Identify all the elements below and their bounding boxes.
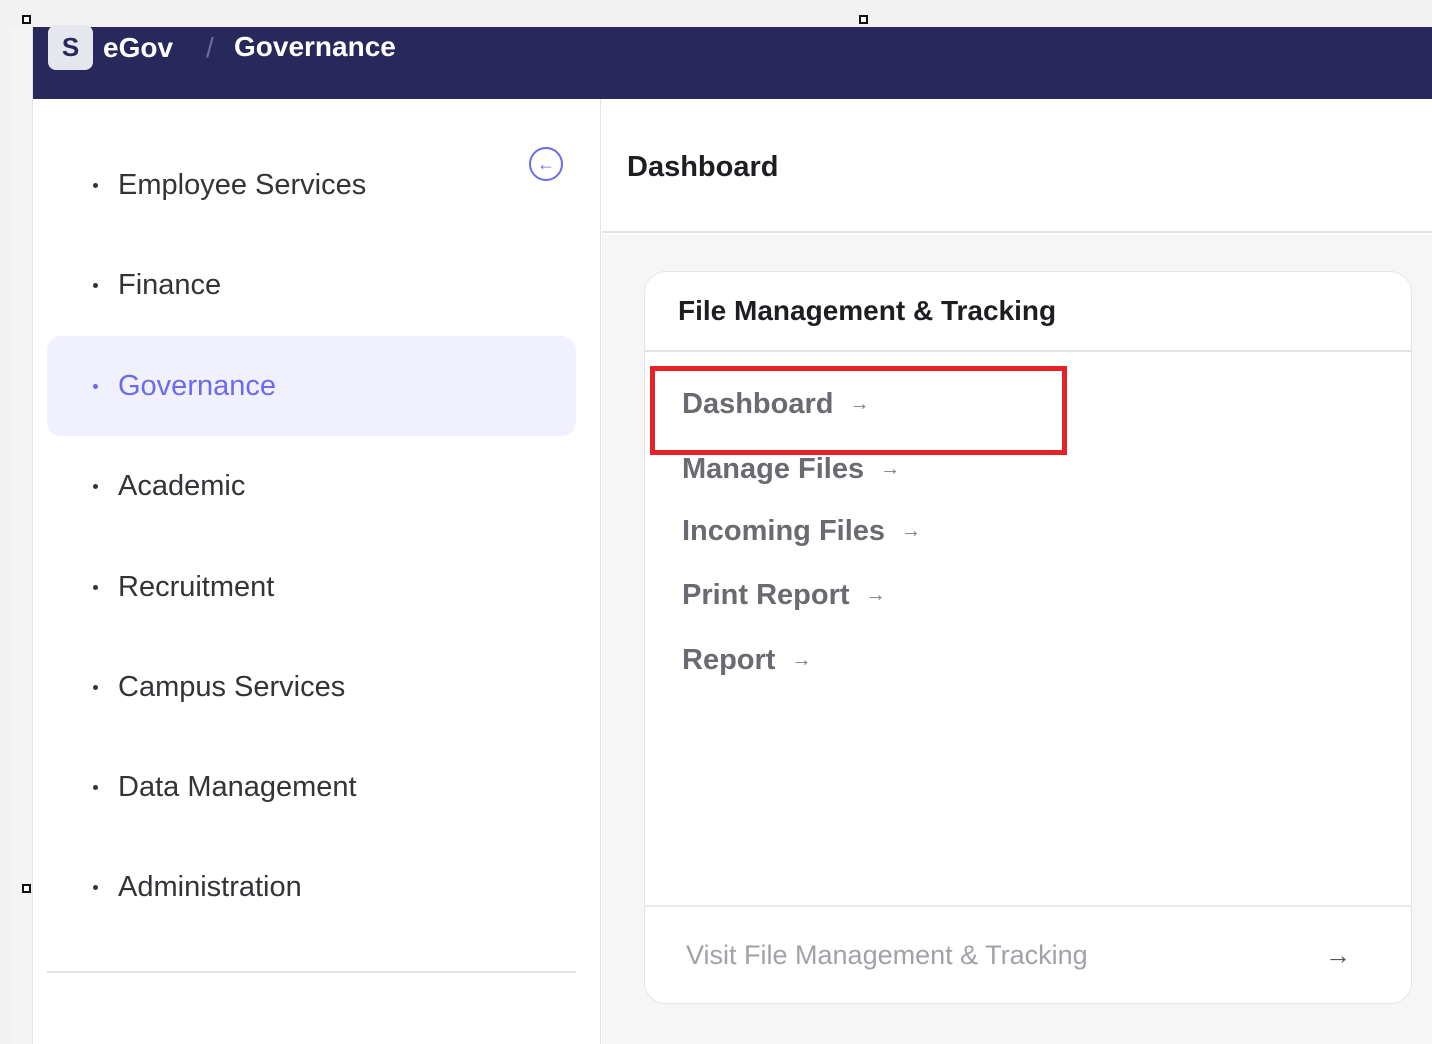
bullet-icon bbox=[93, 182, 98, 188]
resize-handle-top-left[interactable] bbox=[22, 15, 31, 24]
bullet-icon bbox=[93, 884, 98, 890]
breadcrumb-separator: / bbox=[206, 32, 214, 63]
bullet-icon bbox=[93, 784, 98, 790]
page-title: Dashboard bbox=[627, 151, 779, 183]
resize-handle-left[interactable] bbox=[22, 884, 31, 893]
card-link-label: Incoming Files bbox=[682, 515, 886, 547]
arrow-right-icon: → bbox=[849, 393, 870, 415]
card-link-incoming-files[interactable]: Incoming Files → bbox=[682, 515, 921, 548]
sidebar-divider bbox=[47, 971, 576, 973]
sidebar-item-label: Recruitment bbox=[118, 570, 275, 603]
resize-handle-top-center[interactable] bbox=[859, 15, 868, 24]
bullet-icon bbox=[93, 282, 98, 288]
sidebar-item-recruitment[interactable]: Recruitment bbox=[47, 537, 576, 637]
arrow-right-icon: → bbox=[865, 584, 886, 606]
sidebar-item-label: Campus Services bbox=[118, 670, 346, 703]
top-navbar: S eGov / Governance bbox=[33, 25, 1432, 99]
arrow-right-icon: → bbox=[880, 458, 901, 480]
sidebar-item-governance[interactable]: Governance bbox=[47, 336, 576, 436]
sidebar-item-campus-services[interactable]: Campus Services bbox=[47, 637, 576, 737]
sidebar-item-finance[interactable]: Finance bbox=[47, 235, 576, 335]
sidebar-item-label: Finance bbox=[118, 268, 222, 301]
card-link-label: Dashboard bbox=[682, 388, 834, 420]
brand-logo[interactable]: S bbox=[48, 25, 93, 70]
card-link-label: Report bbox=[682, 644, 776, 676]
sidebar-item-employee-services[interactable]: Employee Services bbox=[47, 135, 576, 235]
sidebar-item-label: Academic bbox=[118, 469, 246, 502]
arrow-right-icon: → bbox=[1325, 939, 1351, 970]
bullet-icon bbox=[93, 584, 98, 590]
app-name[interactable]: eGov bbox=[103, 32, 173, 64]
card-link-print-report[interactable]: Print Report → bbox=[682, 579, 886, 612]
card-link-report[interactable]: Report → bbox=[682, 644, 811, 677]
module-card: File Management & Tracking Dashboard → M… bbox=[644, 271, 1412, 1004]
sidebar-item-administration[interactable]: Administration bbox=[47, 837, 576, 937]
sidebar-item-academic[interactable]: Academic bbox=[47, 436, 576, 536]
sidebar-item-label: Administration bbox=[118, 870, 302, 903]
card-link-dashboard[interactable]: Dashboard → bbox=[682, 388, 869, 421]
card-title: File Management & Tracking bbox=[645, 272, 1411, 352]
sidebar: ← Employee Services Finance Governance A… bbox=[33, 99, 601, 1044]
sidebar-item-data-management[interactable]: Data Management bbox=[47, 737, 576, 837]
visit-module-link[interactable]: Visit File Management & Tracking bbox=[686, 940, 1088, 971]
bullet-icon bbox=[93, 684, 98, 690]
card-footer[interactable]: Visit File Management & Tracking → bbox=[645, 905, 1411, 1003]
arrow-right-icon: → bbox=[791, 649, 812, 671]
main-header: Dashboard bbox=[602, 99, 1432, 233]
card-link-label: Print Report bbox=[682, 579, 850, 611]
card-link-manage-files[interactable]: Manage Files → bbox=[682, 453, 900, 486]
card-link-label: Manage Files bbox=[682, 453, 865, 485]
bullet-icon bbox=[93, 483, 98, 489]
sidebar-item-label: Data Management bbox=[118, 770, 357, 803]
bullet-icon bbox=[93, 383, 98, 389]
main-content: File Management & Tracking Dashboard → M… bbox=[602, 235, 1432, 1044]
breadcrumb-current: Governance bbox=[234, 31, 396, 62]
sidebar-item-label: Governance bbox=[118, 369, 276, 402]
sidebar-item-label: Employee Services bbox=[118, 168, 367, 201]
arrow-right-icon: → bbox=[901, 520, 922, 542]
